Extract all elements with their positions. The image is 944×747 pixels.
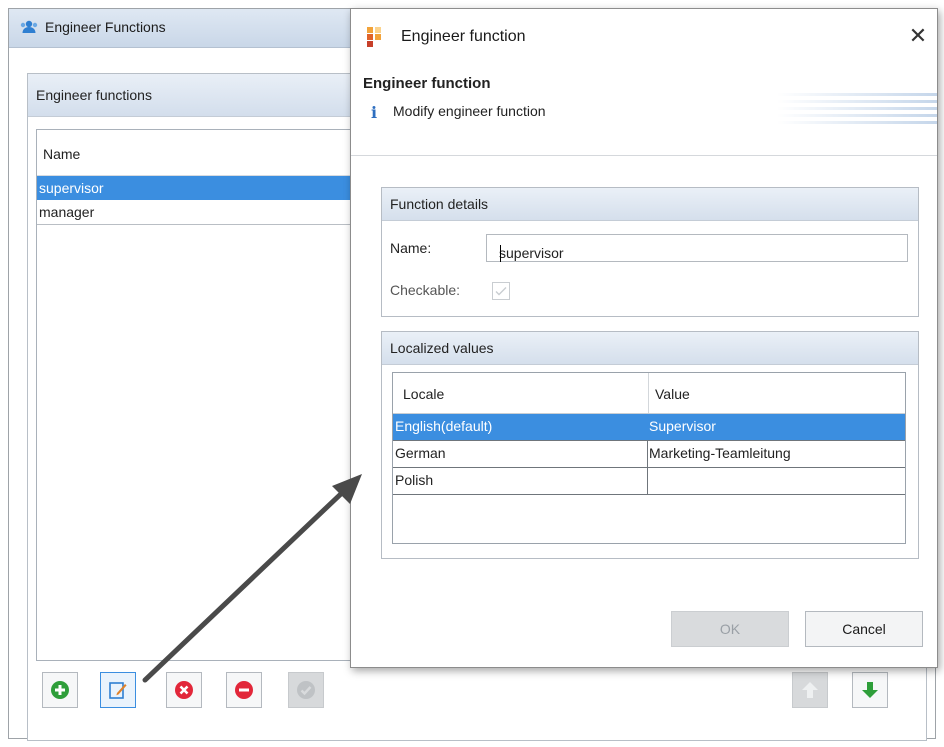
add-button[interactable] — [42, 672, 78, 708]
move-up-button[interactable] — [792, 672, 828, 708]
function-details-title: Function details — [390, 196, 489, 212]
column-name: Name — [43, 146, 81, 162]
name-label: Name: — [390, 240, 432, 256]
function-details-group: Function details Name: supervisor Checka… — [381, 187, 919, 317]
ok-button[interactable]: OK — [671, 611, 789, 647]
group-title: Engineer functions — [36, 87, 152, 103]
table-row[interactable]: English(default) Supervisor — [393, 414, 905, 441]
dialog-header-title: Engineer function — [363, 75, 491, 92]
functions-list[interactable]: Name supervisor manager — [36, 129, 358, 661]
column-value[interactable]: Value — [655, 386, 690, 402]
locale-cell: Polish — [395, 472, 434, 488]
value-cell[interactable]: Supervisor — [649, 418, 716, 434]
check-icon — [297, 681, 315, 699]
dialog-title: Engineer function — [401, 28, 526, 45]
dialog-header-subtitle: Modify engineer function — [393, 103, 546, 119]
checkable-label: Checkable: — [390, 282, 461, 298]
dialog-header: Engineer function i Modify engineer func… — [351, 65, 937, 156]
move-up-icon — [802, 682, 818, 698]
grid-header: Locale Value — [393, 373, 905, 414]
locale-cell: English(default) — [395, 418, 493, 434]
function-details-header: Function details — [382, 188, 918, 221]
edit-icon — [109, 682, 127, 699]
list-item[interactable]: supervisor — [37, 176, 357, 200]
locale-cell: German — [395, 445, 446, 461]
list-item[interactable]: manager — [37, 200, 357, 225]
localized-values-title: Localized values — [390, 340, 494, 356]
table-row[interactable]: German Marketing-Teamleitung — [393, 441, 905, 468]
engineer-function-dialog: Engineer function ✕ Engineer function i … — [350, 8, 938, 668]
checkable-checkbox[interactable] — [492, 282, 510, 300]
name-value: supervisor — [499, 245, 564, 261]
dialog-titlebar: Engineer function ✕ — [351, 9, 937, 65]
close-icon[interactable]: ✕ — [905, 23, 931, 49]
delete-button[interactable] — [166, 672, 202, 708]
move-down-button[interactable] — [852, 672, 888, 708]
list-header[interactable]: Name — [37, 130, 357, 176]
move-down-icon — [862, 682, 878, 698]
app-logo-icon — [367, 27, 381, 47]
localized-values-header: Localized values — [382, 332, 918, 365]
column-locale[interactable]: Locale — [403, 386, 444, 402]
confirm-button[interactable] — [288, 672, 324, 708]
delete-icon — [175, 681, 193, 699]
localized-values-group: Localized values Locale Value English(de… — [381, 331, 919, 559]
check-icon — [495, 287, 507, 296]
decorative-stripes — [777, 93, 937, 124]
add-icon — [51, 681, 69, 699]
value-cell[interactable]: Marketing-Teamleitung — [649, 445, 791, 461]
cancel-button[interactable]: Cancel — [805, 611, 923, 647]
window-title: Engineer Functions — [45, 19, 166, 35]
edit-button[interactable] — [100, 672, 136, 708]
name-field[interactable]: supervisor — [486, 234, 908, 262]
localized-values-grid[interactable]: Locale Value English(default) Supervisor… — [392, 372, 906, 544]
table-row[interactable]: Polish — [393, 468, 905, 495]
remove-button[interactable] — [226, 672, 262, 708]
users-icon — [20, 20, 38, 33]
remove-icon — [235, 681, 253, 699]
info-icon: i — [371, 103, 378, 122]
